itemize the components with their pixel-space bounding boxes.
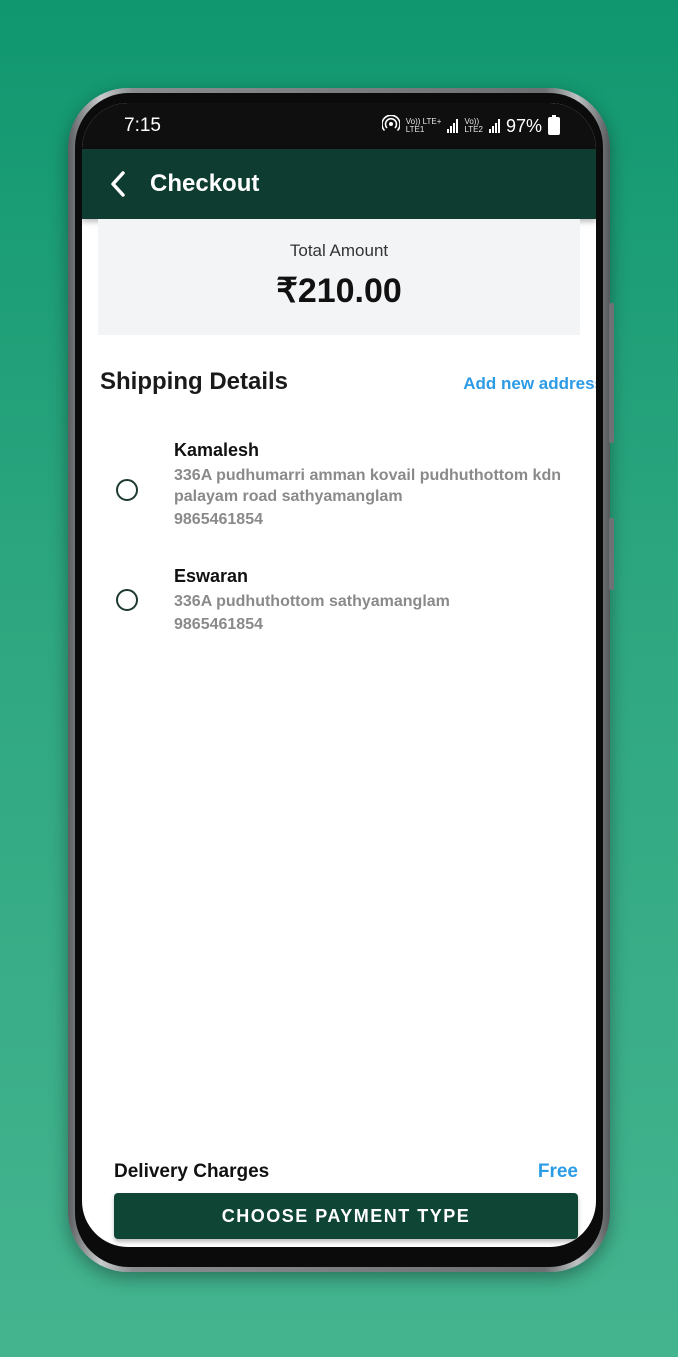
total-amount-card: Total Amount ₹210.00 bbox=[98, 219, 580, 335]
delivery-charges-value: Free bbox=[537, 1161, 578, 1182]
signal-icon-1 bbox=[447, 119, 459, 133]
address-phone: 9865461854 bbox=[174, 511, 263, 528]
address-item[interactable]: Eswaran 336A pudhuthottom sathyamanglam … bbox=[116, 566, 576, 646]
delivery-charges-row: Delivery Charges Free bbox=[114, 1161, 578, 1187]
page-title: Checkout bbox=[150, 170, 260, 197]
address-details: Kamalesh 336A pudhumarri amman kovail pu… bbox=[174, 440, 576, 529]
network-label-2: Vo)) LTE2 bbox=[464, 117, 483, 134]
status-time: 7:15 bbox=[124, 115, 161, 136]
address-radio[interactable] bbox=[116, 479, 138, 501]
address-line: 336A pudhumarri amman kovail pudhuthotto… bbox=[174, 467, 561, 505]
add-new-address-link[interactable]: Add new address bbox=[463, 374, 596, 394]
back-arrow-icon[interactable] bbox=[104, 170, 132, 198]
shipping-title: Shipping Details bbox=[100, 368, 289, 395]
status-bar: 7:15 Vo)) LTE+ LTE1 Vo)) LTE2 97% bbox=[82, 103, 596, 149]
battery-icon bbox=[548, 115, 560, 135]
signal-icon-2 bbox=[488, 119, 500, 133]
address-name: Kamalesh bbox=[174, 440, 260, 460]
total-amount-label: Total Amount bbox=[289, 241, 389, 260]
address-phone: 9865461854 bbox=[174, 616, 263, 633]
phone-frame: 7:15 Vo)) LTE+ LTE1 Vo)) LTE2 97% Checko… bbox=[68, 88, 614, 1272]
address-item[interactable]: Kamalesh 336A pudhumarri amman kovail pu… bbox=[116, 440, 576, 540]
network-label-1: Vo)) LTE+ LTE1 bbox=[405, 117, 442, 134]
battery-percent: 97% bbox=[505, 115, 542, 136]
total-amount-value: ₹210.00 bbox=[276, 272, 402, 310]
status-icons: Vo)) LTE+ LTE1 Vo)) LTE2 97% bbox=[380, 114, 560, 138]
screen: 7:15 Vo)) LTE+ LTE1 Vo)) LTE2 97% Checko… bbox=[82, 103, 596, 1247]
shipping-header: Shipping Details Add new address bbox=[100, 368, 596, 404]
choose-payment-type-button[interactable]: CHOOSE PAYMENT TYPE bbox=[114, 1193, 578, 1239]
volume-button bbox=[609, 303, 614, 443]
power-button bbox=[609, 518, 614, 590]
address-name: Eswaran bbox=[174, 566, 249, 586]
address-details: Eswaran 336A pudhuthottom sathyamanglam … bbox=[174, 566, 576, 634]
address-line: 336A pudhuthottom sathyamanglam bbox=[174, 593, 450, 610]
hotspot-icon bbox=[380, 114, 401, 138]
phone-bezel: 7:15 Vo)) LTE+ LTE1 Vo)) LTE2 97% Checko… bbox=[75, 93, 603, 1267]
delivery-charges-label: Delivery Charges bbox=[114, 1161, 270, 1182]
address-radio[interactable] bbox=[116, 589, 138, 611]
app-bar: Checkout bbox=[82, 149, 596, 219]
